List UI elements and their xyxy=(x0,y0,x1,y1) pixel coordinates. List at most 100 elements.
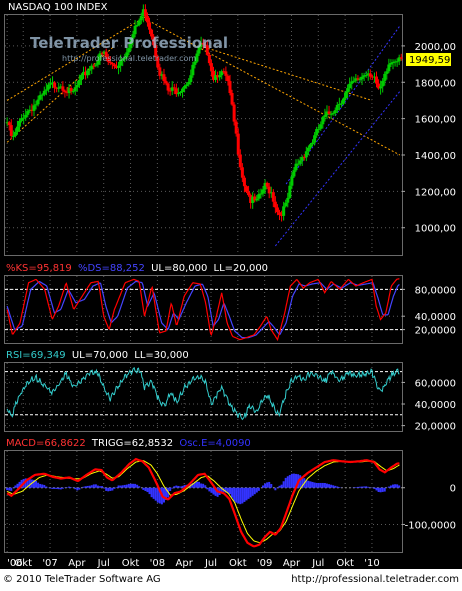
candle-body xyxy=(228,81,232,94)
candle-body xyxy=(379,86,383,89)
x-tick-label: '07 xyxy=(42,558,57,569)
candle-body xyxy=(230,93,234,105)
candle-body xyxy=(360,76,364,80)
candle-body xyxy=(11,135,15,137)
candle-body xyxy=(259,193,263,195)
candle-body xyxy=(32,105,36,111)
candle-body xyxy=(348,83,352,89)
candle-body xyxy=(368,73,372,77)
candle-body xyxy=(304,151,308,158)
candle-body xyxy=(71,91,75,93)
candle-body xyxy=(290,176,294,186)
candle-body xyxy=(18,120,22,127)
y-tick-label: 20,0000 xyxy=(415,422,456,433)
candle-body xyxy=(166,83,170,91)
candle-body xyxy=(143,9,147,17)
candle-body xyxy=(112,64,116,67)
candle-body xyxy=(308,144,312,148)
stoch-ll-label: LL=20,000 xyxy=(214,263,269,274)
candle-body xyxy=(69,88,73,92)
candle-body xyxy=(294,163,298,171)
x-tick-label: Apr xyxy=(176,558,194,569)
y-tick-label: 1600,00 xyxy=(415,115,456,126)
y-tick-label: 1400,00 xyxy=(415,151,456,162)
candle-body xyxy=(284,202,288,207)
candle-body xyxy=(335,104,339,111)
candle-body xyxy=(374,76,378,84)
candle-body xyxy=(381,80,385,87)
candle-body xyxy=(319,124,323,129)
x-tick-label: Okt xyxy=(14,558,32,569)
candle-body xyxy=(234,121,238,134)
candle-body xyxy=(255,198,259,201)
candle-body xyxy=(57,87,61,89)
candle-body xyxy=(137,20,141,26)
rsi-header: RSI=69,349 UL=70,000 LL=30,000 xyxy=(6,350,189,361)
candle-body xyxy=(385,71,389,74)
x-tick-label: Okt xyxy=(336,558,354,569)
candle-body xyxy=(315,129,319,136)
candle-body xyxy=(181,88,185,92)
y-tick-label: 1800,00 xyxy=(415,78,456,89)
candle-body xyxy=(48,83,52,85)
candle-body xyxy=(271,192,275,202)
candle-body xyxy=(333,110,337,114)
x-tick-label: '10 xyxy=(364,558,379,569)
x-tick-label: Jul xyxy=(204,558,217,569)
candle-body xyxy=(183,86,187,89)
macd-value-label: MACD=66,8622 xyxy=(6,438,86,449)
x-tick-label: '08 xyxy=(150,558,165,569)
candle-body xyxy=(261,189,265,194)
candle-body xyxy=(352,80,356,82)
candle-body xyxy=(135,25,139,27)
stoch-header: %KS=95,819 %DS=88,252 UL=80,000 LL=20,00… xyxy=(6,263,268,274)
candle-body xyxy=(321,117,325,125)
stoch-ul-label: UL=80,000 xyxy=(151,263,207,274)
candle-body xyxy=(162,74,166,82)
candle-body xyxy=(189,75,193,83)
candle-body xyxy=(292,170,296,177)
candle-body xyxy=(7,122,11,126)
rsi-ul-label: UL=70,000 xyxy=(72,350,128,361)
candle-body xyxy=(286,197,290,203)
copyright-text: © 2010 TeleTrader Software AG xyxy=(3,574,161,585)
candle-body xyxy=(77,79,81,85)
y-tick-label: 0 xyxy=(450,484,456,495)
x-tick-label: Okt xyxy=(122,558,140,569)
watermark-url: http://professional.teletrader.com xyxy=(62,54,196,63)
candle-body xyxy=(185,84,189,87)
y-tick-label: 80,0000 xyxy=(415,285,456,296)
osc-value-label: Osc.E=4,0090 xyxy=(179,438,250,449)
candle-body xyxy=(139,16,143,21)
candle-body xyxy=(92,65,96,67)
candle-body xyxy=(298,160,302,164)
candle-body xyxy=(265,182,269,187)
candle-body xyxy=(38,95,42,100)
candle-body xyxy=(278,212,282,215)
candle-body xyxy=(317,128,321,130)
candle-body xyxy=(344,92,348,99)
candle-body xyxy=(323,115,327,118)
candle-body xyxy=(242,177,246,187)
candle-body xyxy=(191,64,195,76)
footer-url-link[interactable]: http://professional.teletrader.com xyxy=(291,574,459,585)
candle-body xyxy=(209,63,213,71)
last-value-label: 1949,59 xyxy=(409,55,450,66)
x-tick-label: Jul xyxy=(97,558,110,569)
candle-body xyxy=(88,69,92,71)
candle-body xyxy=(34,104,38,106)
candle-body xyxy=(13,131,17,136)
candle-body xyxy=(389,62,393,65)
candle-body xyxy=(207,54,211,64)
candle-body xyxy=(164,81,168,84)
candle-body xyxy=(42,90,46,95)
y-tick-label: 40,0000 xyxy=(415,400,456,411)
candle-body xyxy=(148,22,152,30)
candle-body xyxy=(46,84,50,90)
y-tick-label: -100,0000 xyxy=(405,520,456,531)
rsi-value-label: RSI=69,349 xyxy=(6,350,66,361)
candle-body xyxy=(358,79,362,81)
candle-body xyxy=(15,126,19,132)
watermark-title: TeleTrader Professional xyxy=(30,34,228,52)
candle-body xyxy=(240,167,244,178)
